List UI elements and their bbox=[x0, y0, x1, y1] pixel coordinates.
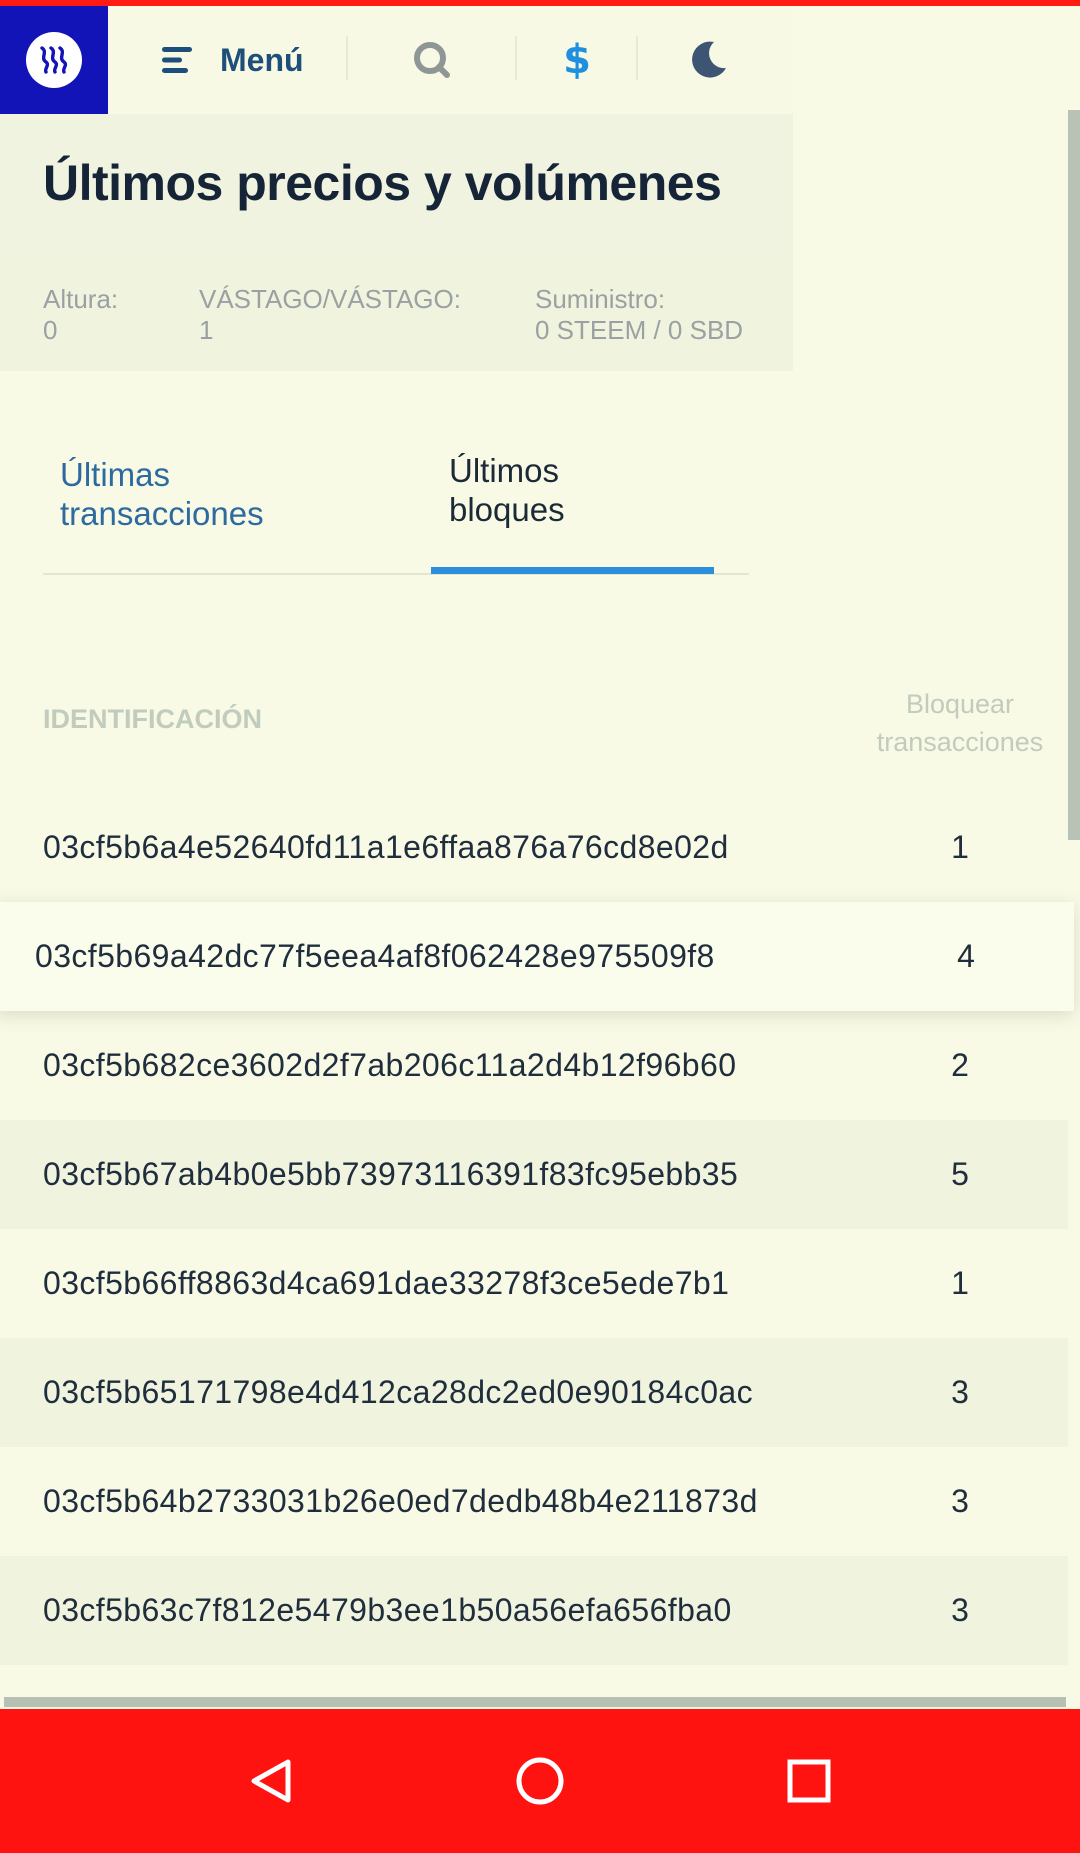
logo-button[interactable] bbox=[0, 6, 108, 114]
tab-latest-blocks[interactable]: Últimos bloques bbox=[449, 451, 565, 529]
block-tx-count: 3 bbox=[951, 1592, 969, 1628]
block-id-link[interactable]: 03cf5b6a4e52640fd11a1e6ffaa876a76cd8e02d bbox=[43, 829, 729, 866]
block-id-link[interactable]: 03cf5b63c7f812e5479b3ee1b50a56efa656fba0 bbox=[43, 1592, 732, 1629]
top-header: Menú $ bbox=[0, 6, 793, 114]
hamburger-icon bbox=[162, 47, 192, 73]
menu-button[interactable]: Menú bbox=[160, 36, 304, 84]
stat-value: 0 bbox=[43, 315, 58, 345]
search-icon bbox=[414, 42, 450, 78]
search-button[interactable] bbox=[408, 36, 456, 84]
stat-supply: Suministro: 0 STEEM / 0 SBD bbox=[535, 284, 743, 346]
moon-icon bbox=[692, 41, 726, 78]
header-divider bbox=[346, 36, 348, 80]
android-nav-bar bbox=[0, 1709, 1080, 1853]
page-title: Últimos precios y volúmenes bbox=[43, 155, 722, 211]
recents-button[interactable] bbox=[777, 1749, 841, 1813]
back-button[interactable] bbox=[239, 1749, 303, 1813]
dark-mode-toggle[interactable] bbox=[684, 36, 732, 84]
table-row[interactable]: 03cf5b69a42dc77f5eea4af8f062428e975509f8… bbox=[0, 902, 1074, 1011]
tab-latest-transactions[interactable]: Últimas transacciones bbox=[60, 455, 264, 533]
table-row[interactable]: 03cf5b6a4e52640fd11a1e6ffaa876a76cd8e02d… bbox=[0, 793, 1068, 902]
block-tx-count: 3 bbox=[951, 1374, 969, 1410]
tab-label: bloques bbox=[449, 491, 565, 528]
stat-vesting: VÁSTAGO/VÁSTAGO: 1 bbox=[199, 284, 461, 346]
stats-section: Altura: 0 VÁSTAGO/VÁSTAGO: 1 Suministro:… bbox=[0, 256, 793, 371]
block-id-link[interactable]: 03cf5b682ce3602d2f7ab206c11a2d4b12f96b60 bbox=[43, 1047, 736, 1084]
steem-logo-icon bbox=[26, 32, 82, 88]
stat-label: Altura: bbox=[43, 284, 119, 314]
currency-button[interactable]: $ bbox=[553, 36, 601, 84]
stat-label: Suministro: bbox=[535, 284, 666, 314]
column-header-line: Bloquear bbox=[905, 689, 1015, 719]
home-circle-icon bbox=[516, 1757, 564, 1805]
table-row[interactable]: 03cf5b63c7f812e5479b3ee1b50a56efa656fba0… bbox=[0, 1556, 1068, 1665]
table-row[interactable]: 03cf5b64b2733031b26e0ed7dedb48b4e211873d… bbox=[0, 1447, 1068, 1556]
block-tx-count: 4 bbox=[957, 938, 975, 974]
column-header-transactions: Bloquear transacciones bbox=[860, 685, 1060, 761]
stat-height: Altura: 0 bbox=[43, 284, 118, 346]
tab-label: Últimos bbox=[449, 452, 560, 489]
header-divider bbox=[636, 36, 638, 80]
block-id-link[interactable]: 03cf5b67ab4b0e5bb73973116391f83fc95ebb35 bbox=[43, 1156, 738, 1193]
block-tx-count: 5 bbox=[951, 1156, 969, 1192]
recents-square-icon bbox=[787, 1759, 831, 1803]
side-panel bbox=[793, 6, 1080, 646]
tab-label: transacciones bbox=[60, 495, 264, 532]
header-divider bbox=[515, 36, 517, 80]
block-tx-count: 3 bbox=[951, 1483, 969, 1519]
block-id-link[interactable]: 03cf5b69a42dc77f5eea4af8f062428e975509f8 bbox=[35, 938, 715, 975]
stat-label: VÁSTAGO/VÁSTAGO: bbox=[199, 284, 461, 314]
block-id-link[interactable]: 03cf5b64b2733031b26e0ed7dedb48b4e211873d bbox=[43, 1483, 758, 1520]
scrollbar[interactable] bbox=[1068, 110, 1080, 840]
tab-label: Últimas bbox=[60, 456, 171, 493]
table-row[interactable]: 03cf5b66ff8863d4ca691dae33278f3ce5ede7b1… bbox=[0, 1229, 1068, 1338]
table-row[interactable]: 03cf5b682ce3602d2f7ab206c11a2d4b12f96b60… bbox=[0, 1011, 1068, 1120]
back-triangle-icon bbox=[251, 1759, 291, 1803]
dollar-icon: $ bbox=[563, 37, 591, 83]
column-header-id: IDENTIFICACIÓN bbox=[43, 704, 262, 734]
title-section: Últimos precios y volúmenes bbox=[0, 114, 793, 256]
home-button[interactable] bbox=[508, 1749, 572, 1813]
block-tx-count: 2 bbox=[951, 1047, 969, 1083]
table-row[interactable]: 03cf5b65171798e4d412ca28dc2ed0e90184c0ac… bbox=[0, 1338, 1068, 1447]
table-row[interactable]: 03cf5b67ab4b0e5bb73973116391f83fc95ebb35… bbox=[0, 1120, 1068, 1229]
stat-value: 1 bbox=[199, 315, 214, 345]
block-id-link[interactable]: 03cf5b65171798e4d412ca28dc2ed0e90184c0ac bbox=[43, 1374, 753, 1411]
list-bottom-edge bbox=[4, 1697, 1066, 1707]
table-header: IDENTIFICACIÓN Bloquear transacciones bbox=[0, 680, 1068, 770]
block-tx-count: 1 bbox=[951, 1265, 969, 1301]
block-tx-count: 1 bbox=[951, 829, 969, 865]
active-tab-indicator bbox=[431, 567, 714, 574]
column-header-line: transacciones bbox=[876, 727, 1044, 757]
stat-value: 0 STEEM / 0 SBD bbox=[535, 315, 744, 345]
block-id-link[interactable]: 03cf5b66ff8863d4ca691dae33278f3ce5ede7b1 bbox=[43, 1265, 729, 1302]
menu-label: Menú bbox=[220, 41, 304, 78]
